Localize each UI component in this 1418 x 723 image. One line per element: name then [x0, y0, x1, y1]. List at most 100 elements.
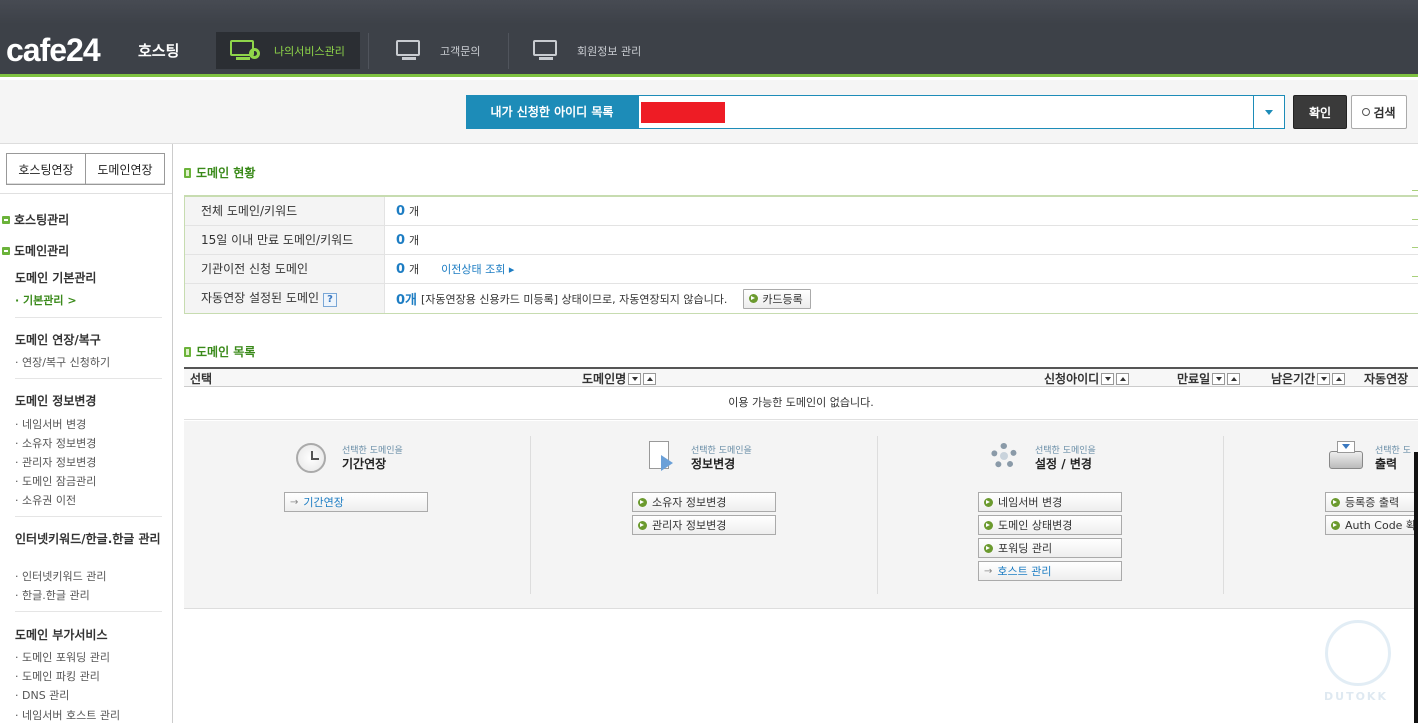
arrow-right-icon — [1331, 520, 1340, 530]
nav-customer-inquiry[interactable]: 고객문의 — [396, 32, 480, 69]
action-small-text: 선택한 도메인을 — [342, 445, 403, 456]
status-row: 자동연장 설정된 도메인? 0개 [자동연장용 신용카드 미등록] 상태이므로,… — [185, 284, 1418, 314]
search-button[interactable]: 검색 — [1351, 95, 1407, 129]
status-row: 기관이전 신청 도메인 0 개 이전상태 조회 ▸ — [185, 255, 1418, 284]
sort-desc-button[interactable] — [628, 372, 642, 385]
card-register-button[interactable]: 카드등록 — [743, 288, 811, 309]
sidebar: 호스팅연장 도메인연장 호스팅관리 도메인관리 도메인 기본관리 · 기본관리 … — [0, 144, 173, 723]
id-search-bar: 내가 신청한 아이디 목록 확인 검색 — [0, 80, 1418, 144]
domain-status-title: 도메인 현황 — [184, 164, 255, 181]
status-count: 0개 — [396, 293, 418, 308]
sidebar-link-admin-info[interactable]: · 관리자 정보변경 — [15, 454, 96, 470]
sidebar-item-hosting-management[interactable]: 호스팅관리 — [2, 211, 69, 228]
gear-icon — [989, 441, 1021, 475]
sidebar-link-ownership-transfer[interactable]: · 소유권 이전 — [15, 492, 76, 508]
nav-label: 회원정보 관리 — [577, 44, 642, 58]
sidebar-link-domain-lock[interactable]: · 도메인 잠금관리 — [15, 473, 96, 489]
button-label: 카드등록 — [762, 292, 803, 306]
host-manage-button[interactable]: → 호스트 관리 — [978, 561, 1122, 581]
sort-desc-button[interactable] — [1317, 372, 1331, 385]
id-list-label: 내가 신청한 아이디 목록 — [466, 95, 638, 129]
action-heading: 선택한 도 출력 — [1375, 445, 1411, 472]
action-small-text: 선택한 도메인을 — [1035, 445, 1096, 456]
sidebar-link-forwarding[interactable]: · 도메인 포워딩 관리 — [15, 649, 110, 665]
status-value: 0 개 — [385, 197, 1418, 225]
logo-subtitle: 호스팅 — [138, 42, 180, 60]
sidebar-link-korean-domain[interactable]: · 한글.한글 관리 — [15, 587, 90, 603]
col-domain-name: 도메인명 — [582, 370, 657, 387]
status-value: 0 개 이전상태 조회 ▸ — [385, 255, 1418, 283]
renewal-tabs: 호스팅연장 도메인연장 — [6, 153, 165, 185]
sort-asc-button[interactable] — [1332, 372, 1346, 385]
sidebar-link-renewal-request[interactable]: · 연장/복구 신청하기 — [15, 354, 110, 370]
dropdown-toggle[interactable] — [1253, 96, 1284, 128]
help-icon[interactable]: ? — [323, 293, 338, 307]
button-label: 등록증 출력 — [1345, 496, 1400, 509]
collapse-icon — [2, 246, 10, 255]
domain-status-change-button[interactable]: 도메인 상태변경 — [978, 515, 1122, 535]
auth-code-button[interactable]: Auth Code 확 — [1325, 515, 1418, 535]
group-divider — [15, 378, 162, 379]
action-heading: 선택한 도메인을 설정 / 변경 — [1035, 445, 1096, 472]
status-row: 15일 이내 만료 도메인/키워드 0 개 — [185, 226, 1418, 255]
group-divider — [15, 611, 162, 612]
nav-label: 고객문의 — [440, 44, 481, 58]
sidebar-link-internet-keyword[interactable]: · 인터넷키워드 관리 — [15, 568, 106, 584]
group-domain-extras: 도메인 부가서비스 — [15, 628, 108, 642]
sidebar-link-owner-info[interactable]: · 소유자 정보변경 — [15, 435, 96, 451]
sidebar-link-ns-host[interactable]: · 네임서버 호스트 관리 — [15, 707, 120, 723]
print-certificate-button[interactable]: 등록증 출력 — [1325, 492, 1418, 512]
column-label: 도메인명 — [582, 372, 627, 386]
arrow-right-icon — [1331, 497, 1340, 507]
group-domain-basic: 도메인 기본관리 — [15, 271, 97, 285]
bulk-actions-panel: 선택한 도메인을 기간연장 → 기간연장 선택한 도메인을 정보변경 소유자 정… — [184, 421, 1418, 609]
sidebar-link-dns[interactable]: · DNS 관리 — [15, 687, 69, 703]
document-arrow-icon — [645, 441, 677, 475]
sidebar-link-parking[interactable]: · 도메인 파킹 관리 — [15, 668, 100, 684]
button-label: 도메인 상태변경 — [998, 519, 1073, 532]
section-title-text: 도메인 목록 — [196, 345, 256, 359]
nav-my-services[interactable]: 나의서비스관리 — [216, 32, 360, 69]
sort-desc-button[interactable] — [1212, 372, 1226, 385]
status-count: 0 — [396, 261, 406, 277]
sidebar-link-basic-management[interactable]: · 기본관리 > — [15, 292, 77, 308]
collapse-icon — [2, 215, 10, 224]
col-expiry-date: 만료일 — [1177, 370, 1241, 387]
cafe24-logo[interactable]: cafe24 — [6, 33, 101, 67]
sort-asc-button[interactable] — [1116, 372, 1130, 385]
search-button-label: 검색 — [1373, 105, 1396, 120]
sidebar-link-nameserver[interactable]: · 네임서버 변경 — [15, 416, 86, 432]
owner-info-change-button[interactable]: 소유자 정보변경 — [632, 492, 776, 512]
sort-asc-button[interactable] — [643, 372, 657, 385]
admin-info-change-button[interactable]: 관리자 정보변경 — [632, 515, 776, 535]
clock-icon — [296, 441, 328, 475]
status-label: 자동연장 설정된 도메인? — [185, 284, 385, 313]
arrow-right-icon — [638, 497, 647, 507]
group-domain-info-change: 도메인 정보변경 — [15, 394, 97, 408]
forwarding-manage-button[interactable]: 포워딩 관리 — [978, 538, 1122, 558]
id-select-dropdown[interactable] — [638, 95, 1285, 129]
domain-status-table: 전체 도메인/키워드 0 개 15일 이내 만료 도메인/키워드 0 개 기관이… — [184, 195, 1418, 314]
tab-domain-renewal[interactable]: 도메인연장 — [86, 153, 165, 185]
sidebar-item-label: 호스팅관리 — [14, 213, 70, 227]
column-label: 자동연장 — [1364, 372, 1409, 386]
arrow-right-icon — [638, 520, 647, 530]
confirm-button[interactable]: 확인 — [1293, 95, 1347, 129]
status-value: 0 개 — [385, 226, 1418, 254]
status-count: 0 — [396, 232, 406, 248]
sidebar-item-domain-management[interactable]: 도메인관리 — [2, 242, 69, 259]
status-count: 0 — [396, 203, 406, 219]
search-icon — [1362, 108, 1371, 116]
nameserver-change-button[interactable]: 네임서버 변경 — [978, 492, 1122, 512]
tab-hosting-renewal[interactable]: 호스팅연장 — [6, 153, 86, 185]
extend-period-button[interactable]: → 기간연장 — [284, 492, 428, 512]
button-label: 네임서버 변경 — [998, 496, 1063, 509]
sort-desc-button[interactable] — [1101, 372, 1115, 385]
nav-member-info[interactable]: 회원정보 관리 — [533, 32, 641, 69]
transfer-status-link[interactable]: 이전상태 조회 ▸ — [441, 261, 514, 277]
nav-divider — [368, 33, 369, 69]
action-big-text: 기간연장 — [342, 456, 387, 471]
arrow-right-icon: → — [984, 565, 993, 577]
chevron-down-icon — [1265, 109, 1273, 115]
sort-asc-button[interactable] — [1227, 372, 1241, 385]
